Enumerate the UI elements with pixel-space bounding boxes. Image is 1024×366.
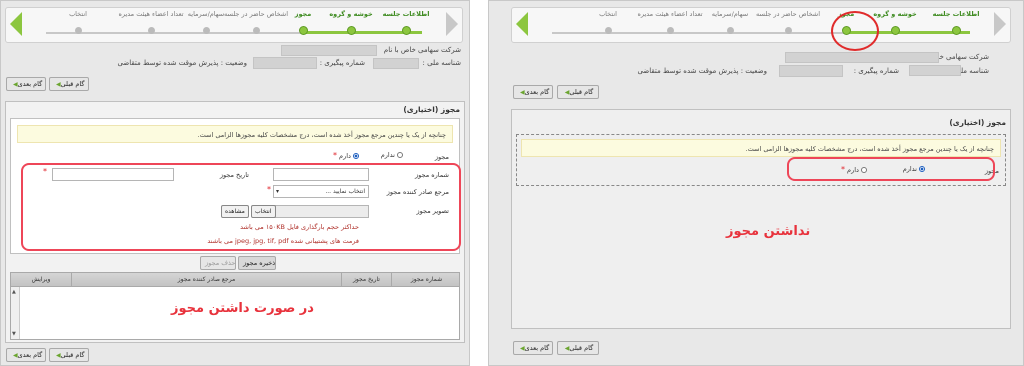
license-section-title: مجوز (اختیاری) <box>949 118 1006 127</box>
col-edit: ویرایش <box>31 276 51 283</box>
step-dot-icon <box>252 27 260 34</box>
wizard-step-board-count[interactable]: تعداد اعضاء هیئت مدیره <box>635 8 705 34</box>
next-step-button-bottom[interactable]: ◀گام بعدی <box>513 341 553 355</box>
license-notice: چنانچه از یک یا چندین مرجع مجوز أخذ شده … <box>17 125 453 143</box>
next-step-button[interactable]: ◀گام بعدی <box>6 77 46 91</box>
previous-step-button-bottom[interactable]: ◀گام قبلی <box>49 348 89 362</box>
license-table-header: شماره مجوز تاریخ مجوز مرجع صادر کننده مج… <box>11 273 459 287</box>
status-text: وضعیت : پذیرش موقت شده توسط متقاضی <box>637 67 767 75</box>
step-dot-icon <box>346 26 356 35</box>
step-dot-icon <box>202 27 210 34</box>
license-radio-highlight <box>787 157 995 181</box>
delete-license-button: حذف مجوز <box>200 256 236 270</box>
step-dot-icon <box>74 27 82 34</box>
wizard-step-election[interactable]: انتخاب <box>43 8 113 34</box>
current-step-highlight <box>831 11 879 51</box>
previous-step-button-bottom[interactable]: ◀گام قبلی <box>557 341 599 355</box>
status-text: وضعیت : پذیرش موقت شده توسط متقاضی <box>117 59 247 67</box>
step-dot-icon <box>784 27 792 34</box>
step-dot-icon <box>298 26 308 35</box>
tracking-number-redacted <box>253 57 317 69</box>
tracking-number-label: شماره پیگیری : <box>319 59 365 67</box>
step-dot-icon <box>604 27 612 34</box>
company-name-redacted <box>785 52 939 63</box>
next-step-button-bottom[interactable]: ◀گام بعدی <box>6 348 46 362</box>
radio-has-license[interactable]: دارم * <box>333 151 359 160</box>
national-id-label: شناسه ملی : <box>422 59 461 67</box>
prev-step-arrow-icon[interactable] <box>994 12 1006 36</box>
license-notice: چنانچه از یک یا چندین مرجع مجوز أخذ شده … <box>521 139 1001 157</box>
license-section: مجوز (اختیاری) چنانچه از یک یا چندین مرج… <box>511 109 1011 329</box>
step-dot-icon <box>666 27 674 34</box>
step-dot-icon <box>890 26 900 35</box>
radio-checked-icon <box>353 153 359 159</box>
right-screenshot-panel: اطلاعات جلسه خوشه و گروه مجوز اشخاص حاضر… <box>488 0 1024 366</box>
radio-has-not-license[interactable]: ندارم <box>381 151 403 159</box>
table-scrollbar[interactable]: ▲ ▼ <box>11 287 20 339</box>
tracking-number-redacted <box>779 65 843 77</box>
step-dot-icon <box>401 26 411 35</box>
step-dot-icon <box>147 27 155 34</box>
wizard-step-shares[interactable]: سهام/سرمایه <box>695 8 765 34</box>
scroll-up-icon[interactable]: ▲ <box>12 289 16 295</box>
previous-step-button[interactable]: ◀گام قبلی <box>49 77 89 91</box>
next-step-button[interactable]: ◀گام بعدی <box>513 85 553 99</box>
national-id-redacted <box>373 58 419 69</box>
scroll-down-icon[interactable]: ▼ <box>12 331 16 337</box>
col-license-number: شماره مجوز <box>391 273 461 286</box>
has-license-label: مجوز <box>434 153 449 161</box>
save-license-button[interactable]: ذخیره مجوز <box>238 256 276 270</box>
step-dot-icon <box>726 27 734 34</box>
next-step-arrow-icon[interactable] <box>516 12 528 36</box>
license-fields-highlight <box>21 163 461 251</box>
prev-step-arrow-icon[interactable] <box>446 12 458 36</box>
left-screenshot-panel: اطلاعات جلسه خوشه و گروه مجوز اشخاص حاضر… <box>0 0 470 366</box>
radio-icon <box>397 152 403 158</box>
next-step-arrow-icon[interactable] <box>10 12 22 36</box>
company-name-redacted <box>281 45 377 56</box>
col-issuer: مرجع صادر کننده مجوز <box>71 273 341 286</box>
company-type: شرکت سهامی خاص با نام <box>383 46 461 54</box>
wizard-step-meeting-info[interactable]: اطلاعات جلسه <box>921 8 991 35</box>
wizard-steps: اطلاعات جلسه خوشه و گروه مجوز اشخاص حاضر… <box>5 7 463 43</box>
tracking-number-label: شماره پیگیری : <box>853 67 899 75</box>
step-dot-icon <box>951 26 961 35</box>
national-id-redacted <box>909 65 961 76</box>
col-license-date: تاریخ مجوز <box>341 273 391 286</box>
license-table: شماره مجوز تاریخ مجوز مرجع صادر کننده مج… <box>10 272 460 340</box>
wizard-step-election[interactable]: انتخاب <box>573 8 643 34</box>
license-section-title: مجوز (اختیاری) <box>403 105 460 114</box>
without-license-annotation: نداشتن مجوز <box>726 224 811 239</box>
previous-step-button[interactable]: ◀گام قبلی <box>557 85 599 99</box>
with-license-annotation: در صورت داشتن مجوز <box>171 301 314 316</box>
wizard-steps: اطلاعات جلسه خوشه و گروه مجوز اشخاص حاضر… <box>511 7 1011 43</box>
wizard-step-board-count[interactable]: تعداد اعضاء هیئت مدیره <box>116 8 186 34</box>
